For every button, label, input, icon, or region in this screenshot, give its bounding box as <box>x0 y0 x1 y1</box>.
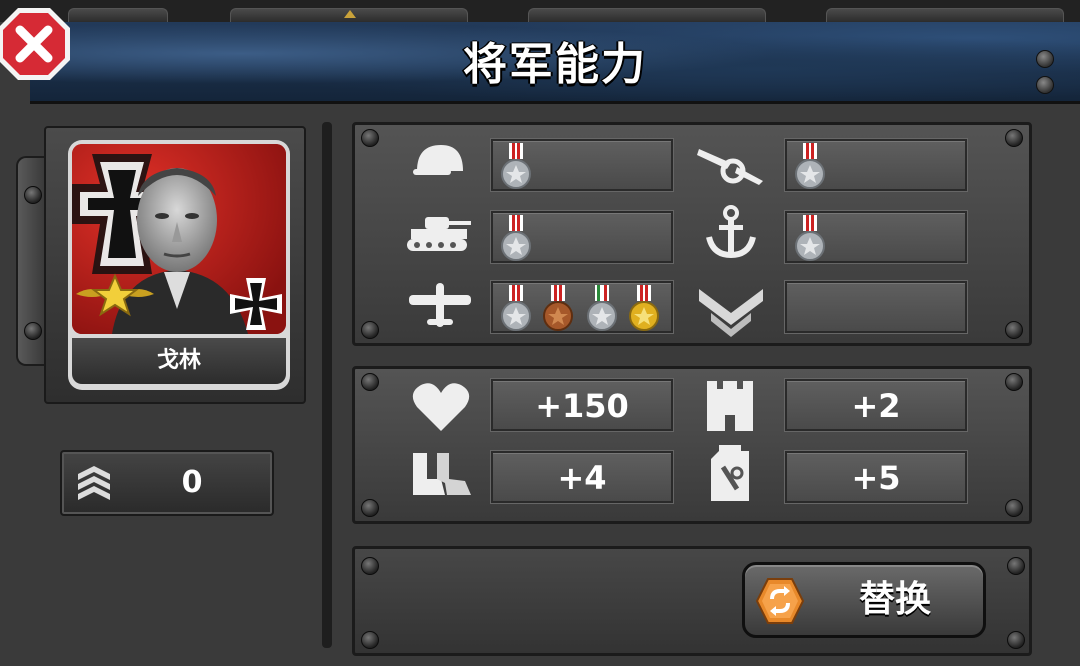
silver-medal-icon <box>795 215 825 261</box>
heart-icon <box>412 383 470 431</box>
stats-panel: +150 +2 +4 +5 <box>352 366 1032 524</box>
rivet <box>1005 373 1023 391</box>
fortification-stat-value: +4 <box>557 459 607 497</box>
general-name: 戈林 <box>72 338 286 384</box>
tab-1[interactable] <box>68 8 168 22</box>
rank-chevron-icon <box>78 466 110 500</box>
rivet <box>361 631 379 649</box>
dialog-title: 将军能力 <box>463 39 647 90</box>
close-icon <box>0 8 70 80</box>
dialog-header: 将军能力 <box>30 22 1080 104</box>
artillery-skill-slot[interactable] <box>785 139 967 191</box>
health-stat-slot: +150 <box>491 379 673 431</box>
rivet <box>1007 557 1025 575</box>
skills-panel <box>352 122 1032 346</box>
movement-stat-value: +2 <box>851 387 901 425</box>
tab-3[interactable] <box>528 8 766 22</box>
air-skill-slot[interactable] <box>491 281 673 333</box>
health-stat-value: +150 <box>535 387 629 425</box>
tab-4[interactable] <box>826 8 1064 22</box>
airplane-icon <box>409 283 471 327</box>
swap-icon <box>755 578 805 624</box>
rank-box: 0 <box>60 450 274 516</box>
fortification-stat-slot: +4 <box>491 451 673 503</box>
rivet <box>24 322 42 340</box>
general-card[interactable]: 戈林 <box>68 140 290 390</box>
infantry-skill-slot[interactable] <box>491 139 673 191</box>
rivet <box>361 499 379 517</box>
top-tab-strip <box>0 0 1080 22</box>
general-portrait-panel: 戈林 <box>44 126 306 404</box>
fortress-icon <box>707 381 753 431</box>
close-button[interactable] <box>0 6 72 82</box>
silver-medal-icon <box>501 215 531 261</box>
rivet <box>1005 129 1023 147</box>
armor-skill-slot[interactable] <box>491 211 673 263</box>
rivet <box>1005 321 1023 339</box>
rank-wings-icon <box>699 289 763 337</box>
general-portrait <box>72 144 286 334</box>
silver-medal-icon <box>501 143 531 189</box>
rivet <box>1007 631 1025 649</box>
infantry-helmet-icon <box>413 145 463 175</box>
rivet <box>361 129 379 147</box>
boots-icon <box>413 453 471 495</box>
gold-medal-icon <box>629 285 659 331</box>
fuel-can-icon <box>711 445 749 501</box>
artillery-cannon-icon <box>697 149 763 185</box>
rivet <box>1036 76 1054 94</box>
silver-medal-icon <box>795 143 825 189</box>
rivet <box>1005 499 1023 517</box>
rank-skill-slot[interactable] <box>785 281 967 333</box>
tank-icon <box>407 217 471 251</box>
fuel-stat-slot: +5 <box>785 451 967 503</box>
rivet <box>361 321 379 339</box>
fuel-stat-value: +5 <box>851 459 901 497</box>
silver-medal-icon <box>501 285 531 331</box>
bronze-medal-icon <box>543 285 573 331</box>
replace-button[interactable]: 替换 <box>742 562 986 638</box>
column-divider <box>322 122 332 648</box>
rivet <box>361 373 379 391</box>
replace-button-label: 替换 <box>858 579 931 620</box>
rivet <box>361 557 379 575</box>
navy-anchor-icon <box>706 205 756 259</box>
tab-indicator-icon <box>344 10 356 18</box>
rank-value: 0 <box>181 465 203 500</box>
movement-stat-slot: +2 <box>785 379 967 431</box>
silver-medal-green-ribbon-icon <box>587 285 617 331</box>
rivet <box>1036 50 1054 68</box>
game-dialog: 将军能力 戈林 0 +150 +2 +4 +5 替换 <box>0 0 1080 666</box>
navy-skill-slot[interactable] <box>785 211 967 263</box>
rivet <box>24 186 42 204</box>
